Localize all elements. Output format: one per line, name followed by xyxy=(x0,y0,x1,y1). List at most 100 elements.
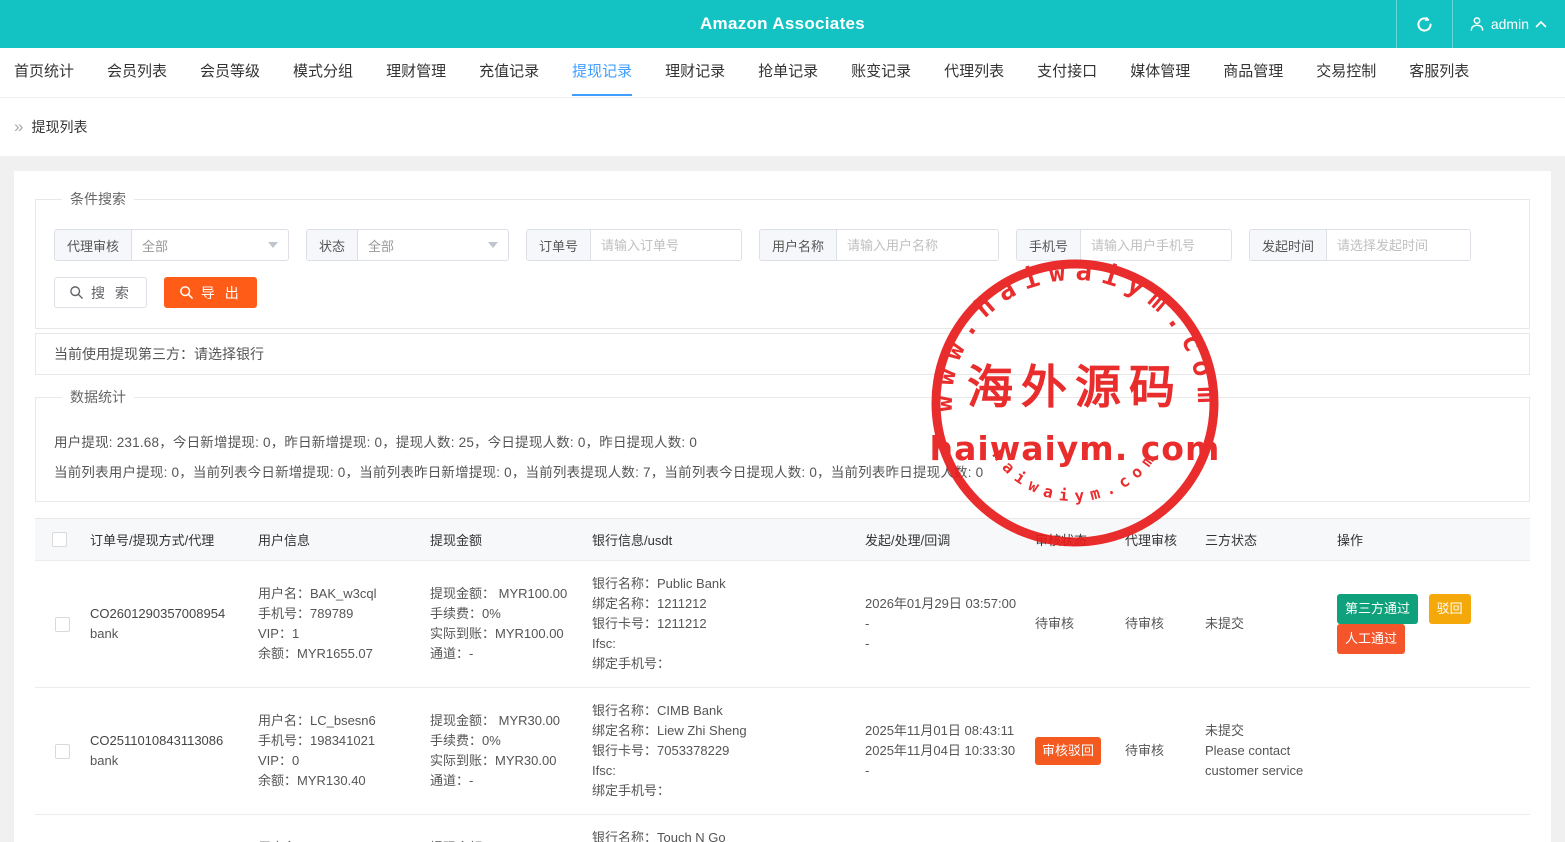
agent-audit-status: 待审核 xyxy=(1125,743,1164,758)
user-vip: VIP：1 xyxy=(258,624,422,644)
app-title: Amazon Associates xyxy=(0,14,1565,34)
col-amount: 提现金额 xyxy=(430,519,592,560)
tab-trade-control[interactable]: 交易控制 xyxy=(1316,48,1376,97)
withdraw-table: 订单号/提现方式/代理 用户信息 提现金额 银行信息/usdt 发起/处理/回调… xyxy=(35,518,1530,842)
manual-pass-button[interactable]: 人工通过 xyxy=(1337,624,1405,654)
tab-recharge-record[interactable]: 充值记录 xyxy=(479,48,539,97)
create-time: 2025年11月01日 08:43:11 xyxy=(865,721,1027,741)
admin-menu[interactable]: admin xyxy=(1453,0,1565,48)
process-time: 2025年11月04日 10:33:30 xyxy=(865,741,1027,761)
breadcrumb: » 提现列表 xyxy=(0,98,1565,156)
user-name: 用户名：LC_bsesn6 xyxy=(258,711,422,731)
process-time: - xyxy=(865,614,1027,634)
tab-home-stats[interactable]: 首页统计 xyxy=(14,48,74,97)
user-balance: 余额：MYR1655.07 xyxy=(258,644,422,664)
status-select[interactable]: 状态 全部 xyxy=(306,229,509,261)
refresh-button[interactable] xyxy=(1397,0,1452,48)
phone-input[interactable] xyxy=(1081,230,1231,260)
tab-withdraw-record[interactable]: 提现记录 xyxy=(572,48,632,97)
user-name: 用户名：KX_auw9 xyxy=(258,838,422,842)
start-time-group: 发起时间 xyxy=(1249,229,1471,261)
order-no: CO2601290357008954 xyxy=(90,604,250,624)
bank-name: 银行名称：Public Bank xyxy=(592,574,857,594)
third-status: 未提交 xyxy=(1205,721,1329,741)
bind-name: 绑定名称：1211212 xyxy=(592,594,857,614)
export-button[interactable]: 导 出 xyxy=(164,277,257,308)
chevron-down-icon xyxy=(268,242,278,248)
third-party-pass-button[interactable]: 第三方通过 xyxy=(1337,594,1418,624)
audit-status-badge: 审核驳回 xyxy=(1035,737,1101,765)
tab-product-manage[interactable]: 商品管理 xyxy=(1223,48,1283,97)
agent-audit-label: 代理审核 xyxy=(55,230,132,260)
withdraw-list-panel: 条件搜索 代理审核 全部 状态 全部 订单号 用户名称 手机号 xyxy=(14,171,1551,842)
breadcrumb-arrows-icon: » xyxy=(14,117,23,137)
withdraw-method: bank xyxy=(90,751,250,771)
tab-member-level[interactable]: 会员等级 xyxy=(200,48,260,97)
search-legend: 条件搜索 xyxy=(62,189,134,209)
audit-status: 待审核 xyxy=(1035,616,1074,631)
table-row: CO2601290357008954 bank 用户名：BAK_w3cql 手机… xyxy=(35,561,1530,688)
export-search-icon xyxy=(179,285,194,300)
actual-amount: 实际到账：MYR30.00 xyxy=(430,751,584,771)
tab-finance-record[interactable]: 理财记录 xyxy=(665,48,725,97)
search-button[interactable]: 搜 索 xyxy=(54,277,147,308)
tab-pay-api[interactable]: 支付接口 xyxy=(1037,48,1097,97)
agent-audit-select[interactable]: 代理审核 全部 xyxy=(54,229,289,261)
channel: 通道：- xyxy=(430,771,584,791)
phone-label: 手机号 xyxy=(1017,230,1081,260)
tab-media-manage[interactable]: 媒体管理 xyxy=(1130,48,1190,97)
tab-balance-record[interactable]: 账变记录 xyxy=(851,48,911,97)
stats-line-global: 用户提现: 231.68，今日新增提现: 0，昨日新增提现: 0，提现人数: 2… xyxy=(54,431,1511,451)
row-checkbox[interactable] xyxy=(55,617,70,632)
status-label: 状态 xyxy=(307,230,358,260)
withdraw-amount: 提现金额： MYR30.00 xyxy=(430,711,584,731)
create-time: 2026年01月29日 03:57:00 xyxy=(865,594,1027,614)
order-no-group: 订单号 xyxy=(526,229,742,261)
username-group: 用户名称 xyxy=(759,229,999,261)
order-no-input[interactable] xyxy=(591,230,741,260)
col-agent: 代理审核 xyxy=(1125,519,1205,560)
fee: 手续费：0% xyxy=(430,731,584,751)
bind-name: 绑定名称：Liew Zhi Sheng xyxy=(592,721,857,741)
callback-time: - xyxy=(865,634,1027,654)
admin-username: admin xyxy=(1491,16,1529,32)
status-value: 全部 xyxy=(368,236,394,255)
stats-legend: 数据统计 xyxy=(62,387,134,407)
agent-audit-value: 全部 xyxy=(142,236,168,255)
refresh-icon xyxy=(1415,15,1434,34)
username-input[interactable] xyxy=(837,230,998,260)
third-status-note: Please contact xyxy=(1205,741,1329,761)
search-icon xyxy=(69,285,84,300)
tab-cs-list[interactable]: 客服列表 xyxy=(1409,48,1469,97)
top-header: Amazon Associates admin xyxy=(0,0,1565,48)
col-user: 用户信息 xyxy=(258,519,430,560)
order-no: CO2511010843113086 xyxy=(90,731,250,751)
bank-name: 银行名称：CIMB Bank xyxy=(592,701,857,721)
tab-finance-manage[interactable]: 理财管理 xyxy=(386,48,446,97)
withdraw-amount: 提现金额： MYR108.46 xyxy=(430,838,584,842)
col-actions: 操作 xyxy=(1337,519,1530,560)
start-time-input[interactable] xyxy=(1327,230,1470,260)
withdraw-amount: 提现金额： MYR100.00 xyxy=(430,584,584,604)
tab-grab-record[interactable]: 抢单记录 xyxy=(758,48,818,97)
col-audit: 审核状态 xyxy=(1035,519,1125,560)
table-header-row: 订单号/提现方式/代理 用户信息 提现金额 银行信息/usdt 发起/处理/回调… xyxy=(35,519,1530,561)
agent-audit-status: 待审核 xyxy=(1125,616,1164,631)
fee: 手续费：0% xyxy=(430,604,584,624)
bank-name: 银行名称：Touch N Go xyxy=(592,828,857,842)
stats-line-current: 当前列表用户提现: 0，当前列表今日新增提现: 0，当前列表昨日新增提现: 0，… xyxy=(54,461,1511,481)
breadcrumb-label: 提现列表 xyxy=(31,117,87,137)
tab-agent-list[interactable]: 代理列表 xyxy=(944,48,1004,97)
table-row: CO2511010843113086 bank 用户名：LC_bsesn6 手机… xyxy=(35,688,1530,815)
ifsc: Ifsc: xyxy=(592,634,857,654)
select-all-checkbox[interactable] xyxy=(52,532,67,547)
row-checkbox[interactable] xyxy=(55,744,70,759)
reject-button[interactable]: 驳回 xyxy=(1429,594,1471,624)
third-status-note: customer service xyxy=(1205,761,1329,781)
bind-phone: 绑定手机号： xyxy=(592,654,857,674)
col-times: 发起/处理/回调 xyxy=(865,519,1035,560)
actual-amount: 实际到账：MYR100.00 xyxy=(430,624,584,644)
tab-mode-group[interactable]: 模式分组 xyxy=(293,48,353,97)
tab-member-list[interactable]: 会员列表 xyxy=(107,48,167,97)
bank-card-no: 银行卡号：1211212 xyxy=(592,614,857,634)
